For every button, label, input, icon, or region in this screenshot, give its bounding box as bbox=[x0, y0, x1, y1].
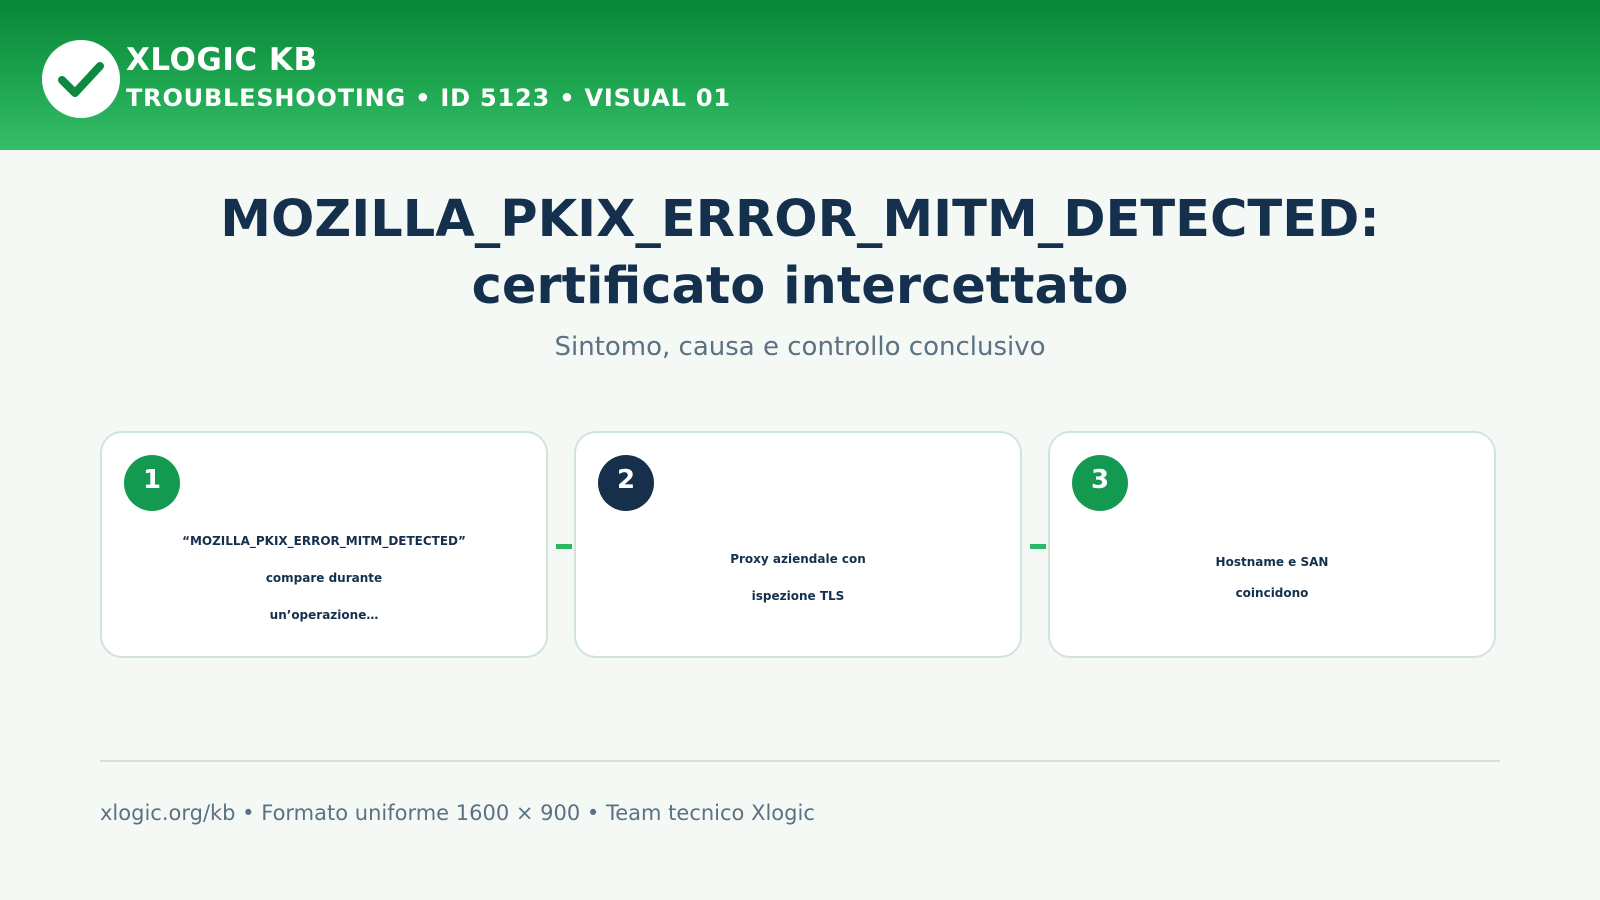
page-subtitle: Sintomo, causa e controllo conclusivo bbox=[554, 332, 1046, 362]
step-card-cause: 2 Proxy aziendale con ispezione TLS bbox=[574, 431, 1022, 658]
step-text-line: ispezione TLS bbox=[751, 589, 845, 603]
page-title-line-1: MOZILLA_PKIX_ERROR_MITM_DETECTED: bbox=[220, 190, 1380, 249]
page: XLOGIC KB TROUBLESHOOTING • ID 5123 • VI… bbox=[0, 0, 1600, 900]
footer-divider bbox=[100, 760, 1500, 762]
footer-text: xlogic.org/kb • Formato uniforme 1600 × … bbox=[100, 801, 815, 825]
step-card-text: Proxy aziendale con ispezione TLS bbox=[576, 541, 1020, 615]
step-number-badge: 1 bbox=[124, 455, 180, 511]
header-banner: XLOGIC KB TROUBLESHOOTING • ID 5123 • VI… bbox=[0, 0, 1600, 150]
step-text-line: un’operazione… bbox=[269, 608, 379, 622]
checkmark-icon bbox=[58, 62, 104, 97]
step-text-line: Hostname e SAN bbox=[1215, 555, 1329, 569]
step-card-text: Hostname e SAN coincidono bbox=[1050, 547, 1494, 609]
step-text-line: coincidono bbox=[1235, 586, 1309, 600]
page-title-line-2: certificato intercettato bbox=[471, 257, 1129, 316]
step-text-line: compare durante bbox=[265, 571, 383, 585]
article-meta: TROUBLESHOOTING • ID 5123 • VISUAL 01 bbox=[126, 84, 731, 112]
brand-name: XLOGIC KB bbox=[126, 42, 318, 78]
step-text-line: “MOZILLA_PKIX_ERROR_MITM_DETECTED” bbox=[182, 534, 466, 548]
step-card-text: “MOZILLA_PKIX_ERROR_MITM_DETECTED” compa… bbox=[102, 523, 546, 634]
step-card-check: 3 Hostname e SAN coincidono bbox=[1048, 431, 1496, 658]
page-title: MOZILLA_PKIX_ERROR_MITM_DETECTED: certif… bbox=[0, 186, 1600, 320]
step-connector bbox=[556, 544, 572, 549]
step-number-badge: 2 bbox=[598, 455, 654, 511]
step-connector bbox=[1030, 544, 1046, 549]
brand-logo bbox=[42, 40, 120, 118]
step-card-symptom: 1 “MOZILLA_PKIX_ERROR_MITM_DETECTED” com… bbox=[100, 431, 548, 658]
step-text-line: Proxy aziendale con bbox=[730, 552, 866, 566]
step-number-badge: 3 bbox=[1072, 455, 1128, 511]
